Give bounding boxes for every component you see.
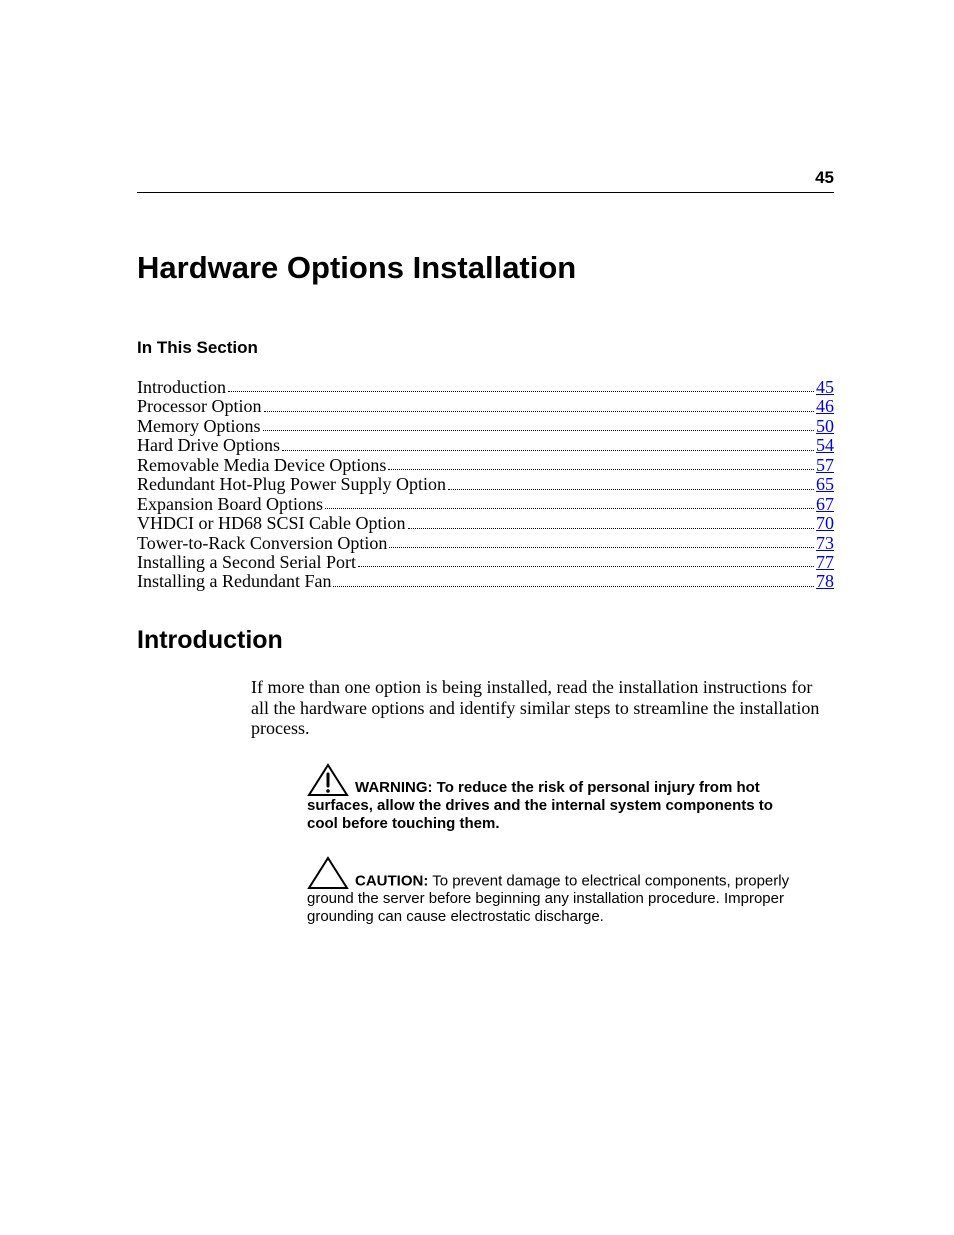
toc-entry-title: Expansion Board Options: [137, 495, 323, 514]
toc-entry-page-link[interactable]: 73: [816, 534, 834, 553]
toc-leader-dots: [358, 548, 814, 567]
toc-entry-page-link[interactable]: 65: [816, 475, 834, 494]
toc-entry-page-link[interactable]: 46: [816, 397, 834, 416]
toc-entry-title: Removable Media Device Options: [137, 456, 386, 475]
toc-row: Installing a Redundant Fan 78: [137, 572, 834, 591]
toc-entry-title: Hard Drive Options: [137, 436, 280, 455]
toc-leader-dots: [263, 412, 815, 431]
toc-entry-page-link[interactable]: 57: [816, 456, 834, 475]
caution-lead: CAUTION:: [355, 873, 428, 890]
toc-entry-page-link[interactable]: 67: [816, 495, 834, 514]
warning-lead: WARNING:: [355, 779, 433, 796]
toc-leader-dots: [388, 451, 814, 470]
toc-entry-page-link[interactable]: 50: [816, 417, 834, 436]
toc-leader-dots: [408, 509, 815, 528]
toc-entry-title: Installing a Redundant Fan: [137, 572, 331, 591]
chapter-title: Hardware Options Installation: [137, 250, 834, 286]
toc-entry-title: Installing a Second Serial Port: [137, 553, 356, 572]
toc-leader-dots: [264, 392, 815, 411]
table-of-contents: Introduction 45 Processor Option 46 Memory O…: [137, 378, 834, 592]
toc-entry-page-link[interactable]: 77: [816, 553, 834, 572]
toc-entry-page-link[interactable]: 78: [816, 572, 834, 591]
toc-leader-dots: [325, 490, 814, 509]
toc-entry-title: Memory Options: [137, 417, 261, 436]
toc-leader-dots: [389, 529, 814, 548]
header-rule: [137, 192, 834, 193]
toc-entry-page-link[interactable]: 70: [816, 514, 834, 533]
page-number: 45: [815, 168, 834, 188]
warning-notice: WARNING: To reduce the risk of personal …: [307, 763, 804, 832]
page: 45 Hardware Options Installation In This…: [0, 0, 954, 1235]
introduction-paragraph: If more than one option is being install…: [251, 677, 834, 739]
toc-leader-dots: [228, 373, 814, 392]
introduction-heading: Introduction: [137, 626, 834, 655]
introduction-body: If more than one option is being install…: [251, 677, 834, 739]
toc-leader-dots: [282, 431, 814, 450]
toc-entry-title: Introduction: [137, 378, 226, 397]
toc-entry-page-link[interactable]: 54: [816, 436, 834, 455]
in-this-section-heading: In This Section: [137, 338, 834, 358]
caution-icon: [307, 856, 349, 890]
toc-entry-page-link[interactable]: 45: [816, 378, 834, 397]
toc-leader-dots: [333, 567, 814, 586]
toc-leader-dots: [448, 470, 814, 489]
toc-entry-title: Tower-to-Rack Conversion Option: [137, 534, 387, 553]
toc-entry-title: Processor Option: [137, 397, 262, 416]
toc-entry-title: VHDCI or HD68 SCSI Cable Option: [137, 514, 406, 533]
caution-notice: CAUTION: To prevent damage to electrical…: [307, 856, 804, 925]
warning-icon: [307, 763, 349, 797]
